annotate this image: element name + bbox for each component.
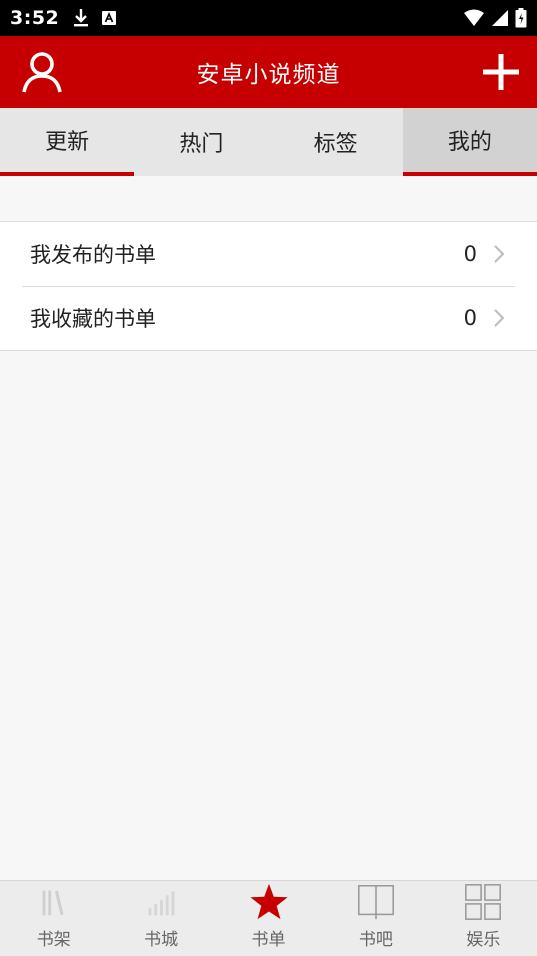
tab-updates[interactable]: 更新: [0, 108, 135, 176]
bottom-nav: 书架 书城 书单 书吧 娱乐: [0, 880, 537, 956]
signal-icon: [492, 10, 508, 26]
app-header: 安卓小说频道: [0, 36, 537, 108]
wifi-icon: [464, 9, 484, 26]
add-icon[interactable]: [479, 50, 523, 94]
nav-label: 娱乐: [466, 930, 501, 950]
list-item-label: 我发布的书单: [30, 243, 156, 267]
booklist-menu: 我发布的书单 0 我收藏的书单 0: [0, 221, 537, 351]
nav-bookshelf[interactable]: 书架: [0, 881, 107, 956]
list-item-published-booklists[interactable]: 我发布的书单 0: [0, 222, 537, 286]
user-icon[interactable]: [20, 50, 64, 94]
nav-entertainment[interactable]: 娱乐: [430, 881, 537, 956]
tab-bar: 更新 热门 标签 我的: [0, 108, 537, 176]
page-title: 安卓小说频道: [196, 62, 341, 88]
nav-label: 书架: [36, 930, 71, 950]
nav-booklist[interactable]: 书单: [215, 881, 322, 956]
list-item-count: 0: [463, 242, 477, 266]
tab-mine[interactable]: 我的: [402, 108, 537, 176]
tab-popular[interactable]: 热门: [134, 108, 268, 176]
open-book-icon: [357, 885, 394, 920]
list-item-count: 0: [463, 306, 477, 330]
list-item-label: 我收藏的书单: [30, 307, 156, 331]
tab-label: 热门: [179, 132, 224, 157]
nav-label: 书吧: [358, 930, 393, 950]
chevron-right-icon: [494, 309, 505, 327]
list-item-favorited-booklists[interactable]: 我收藏的书单 0: [0, 286, 537, 350]
books-icon: [42, 890, 64, 916]
nav-forum[interactable]: 书吧: [322, 881, 429, 956]
nav-bookstore[interactable]: 书城: [107, 881, 214, 956]
star-icon: [249, 883, 288, 920]
chevron-right-icon: [494, 245, 505, 263]
tab-tags[interactable]: 标签: [269, 108, 403, 176]
font-a-icon: [102, 11, 117, 25]
nav-label: 书城: [144, 930, 179, 950]
status-bar: 3:52: [0, 0, 537, 36]
bar-chart-icon: [148, 891, 175, 916]
nav-label: 书单: [251, 930, 286, 950]
tab-label: 更新: [45, 130, 90, 155]
grid-icon: [465, 884, 502, 920]
download-icon: [74, 9, 89, 27]
tab-label: 我的: [447, 130, 492, 155]
tab-label: 标签: [313, 132, 358, 157]
status-time: 3:52: [10, 7, 60, 29]
battery-icon: [515, 8, 527, 28]
